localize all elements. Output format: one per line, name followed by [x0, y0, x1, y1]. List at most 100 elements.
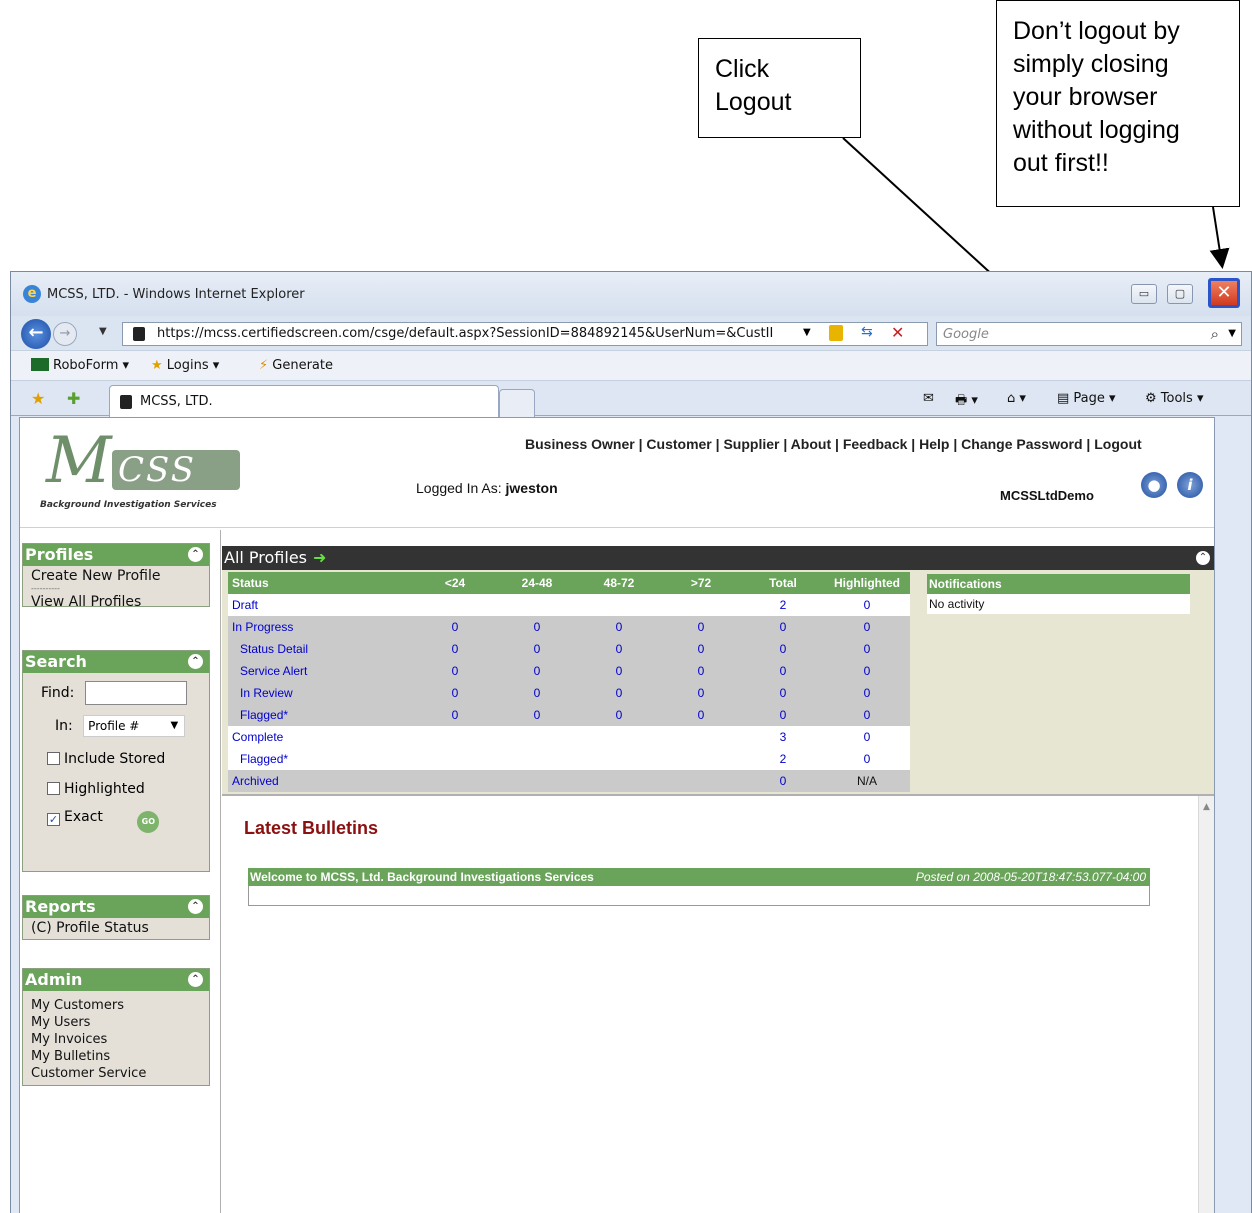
table-cell[interactable]: 0: [496, 638, 578, 660]
row-status-link[interactable]: Flagged*: [228, 748, 414, 770]
table-cell[interactable]: 0: [578, 660, 660, 682]
my-customers-link[interactable]: My Customers: [23, 997, 209, 1014]
row-status-link[interactable]: Status Detail: [228, 638, 414, 660]
link-customer[interactable]: Customer: [646, 436, 711, 452]
refresh-icon[interactable]: ⇆: [861, 324, 873, 340]
row-status-link[interactable]: Flagged*: [228, 704, 414, 726]
table-cell[interactable]: 0: [578, 682, 660, 704]
customer-service-link[interactable]: Customer Service: [23, 1065, 209, 1082]
profile-status-report-link[interactable]: (C) Profile Status: [23, 918, 209, 938]
link-change-password[interactable]: Change Password: [961, 436, 1082, 452]
search-icon[interactable]: ⌕: [1211, 325, 1219, 343]
table-cell[interactable]: 0: [742, 616, 824, 638]
table-cell[interactable]: 0: [742, 682, 824, 704]
row-status-link[interactable]: Draft: [228, 594, 414, 616]
globe-icon[interactable]: ●: [1141, 472, 1167, 498]
table-cell[interactable]: 0: [742, 638, 824, 660]
page-menu[interactable]: ▤ Page ▾: [1057, 391, 1116, 406]
favorites-star-icon[interactable]: ★: [31, 389, 45, 408]
tools-menu[interactable]: ⚙ Tools ▾: [1145, 391, 1204, 406]
my-bulletins-link[interactable]: My Bulletins: [23, 1048, 209, 1065]
history-dropdown-icon[interactable]: ▼: [99, 326, 107, 337]
link-about[interactable]: About: [791, 436, 831, 452]
table-cell[interactable]: 2: [742, 748, 824, 770]
my-users-link[interactable]: My Users: [23, 1014, 209, 1031]
minimize-button[interactable]: ▭: [1131, 284, 1157, 304]
include-stored-checkbox[interactable]: [47, 752, 60, 765]
table-cell[interactable]: 0: [414, 616, 496, 638]
generate-button[interactable]: ⚡ Generate: [259, 358, 333, 373]
collapse-icon[interactable]: ⌃: [188, 972, 203, 987]
arrow-right-icon[interactable]: ➜: [313, 548, 326, 567]
logins-button[interactable]: ★ Logins ▾: [151, 358, 219, 373]
row-status-link[interactable]: Archived: [228, 770, 414, 792]
feeds-icon[interactable]: ✉: [923, 391, 934, 406]
table-cell[interactable]: 0: [824, 616, 910, 638]
collapse-icon[interactable]: ⌃: [1196, 551, 1210, 565]
admin-header[interactable]: Admin ⌃: [23, 969, 209, 991]
table-cell[interactable]: 0: [824, 660, 910, 682]
table-cell[interactable]: 2: [742, 594, 824, 616]
table-cell[interactable]: 0: [414, 660, 496, 682]
search-box[interactable]: Google ⌕ ▼: [936, 322, 1242, 346]
table-cell[interactable]: 0: [660, 682, 742, 704]
link-logout[interactable]: Logout: [1094, 436, 1141, 452]
link-supplier[interactable]: Supplier: [723, 436, 779, 452]
table-cell[interactable]: 0: [742, 704, 824, 726]
table-cell[interactable]: 0: [496, 660, 578, 682]
add-favorites-icon[interactable]: ✚: [67, 389, 80, 408]
roboform-button[interactable]: RoboForm ▾: [31, 358, 129, 373]
collapse-icon[interactable]: ⌃: [188, 547, 203, 562]
scroll-up-icon[interactable]: ▲: [1203, 802, 1210, 812]
table-cell[interactable]: 0: [824, 682, 910, 704]
print-icon[interactable]: 🖶 ▾: [955, 391, 978, 413]
table-cell[interactable]: 0: [824, 594, 910, 616]
table-cell[interactable]: 0: [660, 616, 742, 638]
row-status-link[interactable]: In Review: [228, 682, 414, 704]
bulletins-scrollbar[interactable]: ▲: [1198, 796, 1214, 1213]
stop-icon[interactable]: ✕: [891, 323, 904, 342]
row-status-link[interactable]: Service Alert: [228, 660, 414, 682]
maximize-button[interactable]: ▢: [1167, 284, 1193, 304]
mcss-logo[interactable]: CSS M Background Investigation Services: [36, 424, 241, 510]
table-cell[interactable]: 0: [660, 638, 742, 660]
search-header[interactable]: Search ⌃: [23, 651, 209, 673]
all-profiles-title[interactable]: All Profiles: [224, 548, 307, 567]
link-feedback[interactable]: Feedback: [843, 436, 908, 452]
table-cell[interactable]: 0: [578, 638, 660, 660]
table-cell[interactable]: 0: [414, 704, 496, 726]
table-cell[interactable]: 3: [742, 726, 824, 748]
table-cell[interactable]: 0: [660, 660, 742, 682]
table-cell[interactable]: 0: [578, 704, 660, 726]
info-icon[interactable]: i: [1177, 472, 1203, 498]
forward-button[interactable]: →: [53, 322, 77, 346]
table-cell[interactable]: 0: [414, 682, 496, 704]
profiles-header[interactable]: Profiles ⌃: [23, 544, 209, 566]
collapse-icon[interactable]: ⌃: [188, 899, 203, 914]
table-cell[interactable]: 0: [660, 704, 742, 726]
padlock-icon[interactable]: [829, 325, 843, 341]
url-dropdown-icon[interactable]: ▼: [803, 327, 811, 338]
table-cell[interactable]: 0: [496, 704, 578, 726]
table-cell[interactable]: 0: [414, 638, 496, 660]
table-cell[interactable]: 0: [824, 726, 910, 748]
address-bar[interactable]: https://mcss.certifiedscreen.com/csge/de…: [122, 322, 928, 346]
link-help[interactable]: Help: [919, 436, 949, 452]
link-business-owner[interactable]: Business Owner: [525, 436, 635, 452]
table-cell[interactable]: 0: [496, 616, 578, 638]
table-cell[interactable]: 0: [496, 682, 578, 704]
back-button[interactable]: ←: [21, 319, 51, 349]
tab-mcss[interactable]: MCSS, LTD.: [109, 385, 499, 417]
table-cell[interactable]: 0: [824, 748, 910, 770]
row-status-link[interactable]: Complete: [228, 726, 414, 748]
view-all-profiles-link[interactable]: View All Profiles: [23, 592, 209, 612]
my-invoices-link[interactable]: My Invoices: [23, 1031, 209, 1048]
highlighted-checkbox[interactable]: [47, 782, 60, 795]
new-tab-button[interactable]: [499, 389, 535, 417]
table-cell[interactable]: 0: [742, 660, 824, 682]
find-input[interactable]: [84, 681, 187, 705]
in-select[interactable]: Profile # ▼: [83, 715, 186, 737]
row-status-link[interactable]: In Progress: [228, 616, 414, 638]
table-cell[interactable]: 0: [824, 704, 910, 726]
exact-checkbox[interactable]: ✓: [47, 813, 60, 826]
